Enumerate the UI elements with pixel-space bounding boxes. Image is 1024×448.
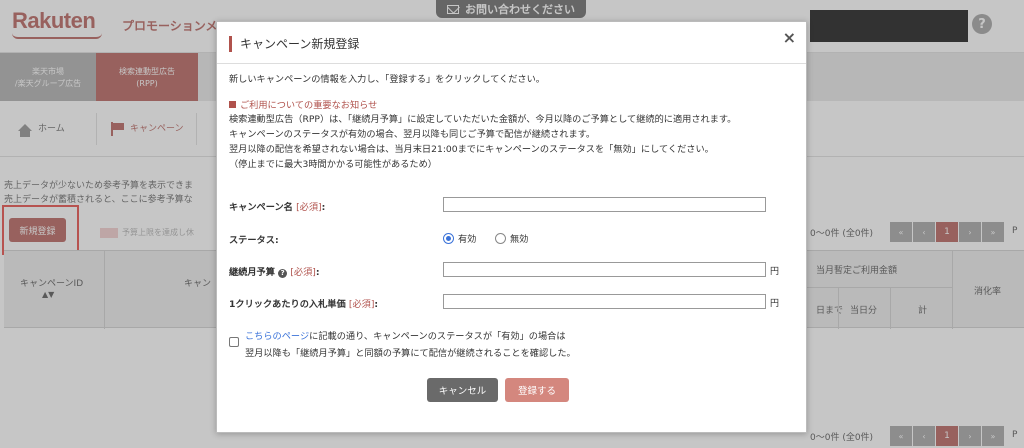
new-campaign-modal: キャンペーン新規登録 × 新しいキャンペーンの情報を入力し、「登録する」をクリッ… xyxy=(216,21,807,433)
square-bullet-icon xyxy=(229,100,236,108)
colon: : xyxy=(315,267,320,278)
colon: : xyxy=(374,299,379,310)
notice-line: 検索連動型広告（RPP）は、「継続月予算」に設定していただいた金額が、今月以降の… xyxy=(229,114,737,125)
colon: : xyxy=(321,202,326,213)
status-radio-active[interactable]: 有効 xyxy=(443,231,476,245)
yen-unit: 円 xyxy=(770,267,780,277)
status-radio-inactive[interactable]: 無効 xyxy=(495,231,528,245)
budget-input[interactable] xyxy=(443,262,766,277)
help-icon[interactable]: ? xyxy=(278,269,288,278)
field-label: 継続月予算 xyxy=(229,267,275,278)
register-button[interactable]: 登録する xyxy=(505,378,569,402)
radio-label: 無効 xyxy=(510,234,529,245)
required-tag: [必須] xyxy=(296,202,322,213)
notice-line: キャンペーンのステータスが有効の場合、翌月以降も同じご予算で配信が継続されます。 xyxy=(229,129,596,140)
bid-label: 1クリックあたりの入札単価 [必須]: xyxy=(229,296,378,310)
confirm-text-line1: こちらのページに記載の通り、キャンペーンのステータスが「有効」の場合は xyxy=(245,328,566,342)
confirm-text: に記載の通り、キャンペーンのステータスが「有効」の場合は xyxy=(309,331,566,342)
required-tag: [必須] xyxy=(290,267,316,278)
campaign-name-input[interactable] xyxy=(443,197,766,212)
status-label: ステータス: xyxy=(229,232,279,246)
close-icon[interactable]: × xyxy=(783,28,796,47)
notice-line: （停止までに最大3時間かかる可能性があるため） xyxy=(229,159,437,170)
radio-unselected-icon[interactable] xyxy=(495,232,506,244)
radio-selected-icon[interactable] xyxy=(443,232,454,244)
divider xyxy=(217,63,806,64)
campaign-name-label: キャンペーン名 [必須]: xyxy=(229,199,325,213)
colon: : xyxy=(274,235,279,246)
notice-line: 翌月以降の配信を希望されない場合は、当月末日21:00までにキャンペーンのステー… xyxy=(229,144,714,155)
yen-unit: 円 xyxy=(770,299,780,309)
bid-input[interactable] xyxy=(443,294,766,309)
budget-label: 継続月予算 ? [必須]: xyxy=(229,264,320,278)
info-page-link[interactable]: こちらのページ xyxy=(245,331,309,342)
modal-intro: 新しいキャンペーンの情報を入力し、「登録する」をクリックしてください。 xyxy=(229,74,545,85)
field-label: 1クリックあたりの入札単価 xyxy=(229,299,346,310)
notice-heading-text: ご利用についての重要なお知らせ xyxy=(240,100,378,111)
radio-label: 有効 xyxy=(458,234,477,245)
field-label: ステータス xyxy=(229,235,275,246)
cancel-button[interactable]: キャンセル xyxy=(427,378,498,402)
confirm-text-line2: 翌月以降も「継続月予算」と同額の予算にて配信が継続されることを確認した。 xyxy=(245,348,576,359)
notice-heading: ご利用についての重要なお知らせ xyxy=(229,97,377,111)
modal-title: キャンペーン新規登録 xyxy=(229,36,359,52)
field-label: キャンペーン名 xyxy=(229,202,293,213)
confirm-checkbox[interactable] xyxy=(229,337,239,347)
required-tag: [必須] xyxy=(348,299,375,310)
